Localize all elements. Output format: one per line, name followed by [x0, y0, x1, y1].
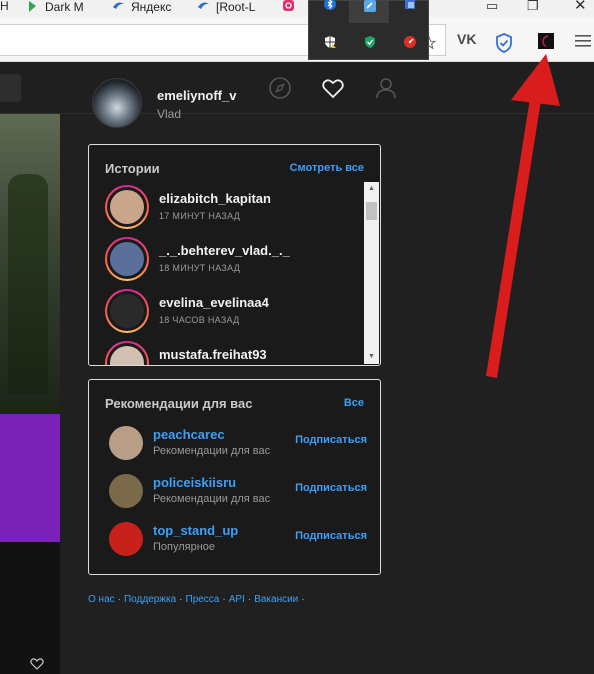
instagram-navbar — [0, 62, 594, 114]
tab-label: [Root-L — [216, 0, 256, 14]
footer-link-api[interactable]: API — [229, 594, 245, 605]
story-avatar — [110, 242, 144, 276]
footer-links: О нас · Поддержка · Пресса · API · Вакансии · — [88, 594, 305, 605]
speedometer-icon[interactable] — [403, 35, 417, 49]
recommendations-card: Рекомендации для вас Все peachcarec Реко… — [88, 379, 381, 575]
browser-tab-strip: Н Dark M Яндекс [Root-L ▭ ❐ ✕ — [0, 0, 594, 17]
menu-icon[interactable] — [575, 34, 591, 48]
feed-post-image[interactable] — [0, 114, 60, 414]
profile-icon[interactable] — [374, 76, 398, 100]
profile-full-name: Vlad — [157, 107, 182, 121]
story-ring — [105, 289, 149, 333]
dark-mode-tab-icon — [29, 1, 36, 12]
story-username: _._.behterev_vlad._._ — [159, 243, 290, 258]
recommendation-item: top_stand_up Популярное Подписаться — [105, 520, 367, 560]
scroll-up-arrow-icon[interactable]: ▲ — [364, 182, 379, 196]
shield-extension-icon[interactable] — [495, 33, 513, 53]
recommendation-avatar[interactable] — [109, 474, 143, 508]
stories-card: Истории Смотреть все elizabitch_kapitan … — [88, 144, 381, 366]
browser-toolbar: VK — [0, 17, 594, 62]
story-item[interactable]: _._.behterev_vlad._._ 18 МИНУТ НАЗАД — [105, 237, 355, 283]
tab-label: Н — [0, 0, 9, 13]
profile-avatar[interactable] — [92, 78, 142, 128]
story-item[interactable]: elizabitch_kapitan 17 МИНУТ НАЗАД — [105, 185, 355, 231]
security-check-icon[interactable] — [363, 35, 377, 49]
story-username: evelina_evelinaa4 — [159, 295, 269, 310]
story-username: mustafa.freihat93 — [159, 347, 267, 362]
explore-compass-icon[interactable] — [268, 76, 292, 100]
stories-see-all-link[interactable]: Смотреть все — [290, 162, 364, 174]
dark-reader-tray-icon[interactable] — [363, 0, 377, 13]
restore-icon[interactable]: ❐ — [527, 0, 539, 14]
story-ring — [105, 185, 149, 229]
follow-button[interactable]: Подписаться — [295, 530, 367, 542]
recommendations-title: Рекомендации для вас — [105, 396, 253, 411]
follow-button[interactable]: Подписаться — [295, 482, 367, 494]
story-item[interactable]: mustafa.freihat93 — [105, 341, 355, 365]
story-avatar — [110, 190, 144, 224]
footer-link-support[interactable]: Поддержка — [124, 594, 176, 605]
recommendation-reason: Рекомендации для вас — [153, 445, 271, 457]
heart-icon[interactable] — [321, 76, 345, 100]
recommendation-username[interactable]: top_stand_up — [153, 523, 238, 538]
minimize-icon[interactable]: ▭ — [486, 0, 498, 14]
recommendations-see-all-link[interactable]: Все — [344, 397, 364, 409]
scroll-down-arrow-icon[interactable]: ▼ — [364, 350, 379, 364]
system-tray-popup — [308, 0, 429, 60]
story-time: 17 МИНУТ НАЗАД — [159, 211, 241, 221]
stories-title: Истории — [105, 161, 160, 176]
recommendation-avatar[interactable] — [109, 522, 143, 556]
dark-reader-extension-icon[interactable] — [538, 33, 554, 49]
like-icon[interactable] — [30, 658, 44, 670]
story-username: elizabitch_kapitan — [159, 191, 271, 206]
network-icon[interactable] — [403, 0, 417, 11]
recommendation-reason: Популярное — [153, 541, 216, 553]
recommendation-item: peachcarec Рекомендации для вас Подписат… — [105, 424, 367, 464]
vk-icon[interactable]: VK — [457, 31, 476, 47]
tab-partial[interactable]: Н — [0, 0, 9, 17]
root-tab-icon — [198, 2, 209, 9]
bluetooth-icon[interactable] — [323, 0, 337, 11]
tab-root[interactable]: [Root-L — [197, 0, 255, 17]
instagram-tab-icon — [283, 0, 294, 11]
story-ring — [105, 341, 149, 365]
footer-link-press[interactable]: Пресса — [186, 594, 220, 605]
follow-button[interactable]: Подписаться — [295, 434, 367, 446]
scroll-thumb[interactable] — [366, 202, 377, 220]
tab-yandex[interactable]: Яндекс — [112, 0, 171, 17]
story-avatar — [110, 294, 144, 328]
recommendation-username[interactable]: policeiskiisru — [153, 475, 236, 490]
defender-icon[interactable] — [323, 35, 337, 49]
recommendation-avatar[interactable] — [109, 426, 143, 460]
recommendation-item: policeiskiisru Рекомендации для вас Подп… — [105, 472, 367, 512]
tab-label: Dark M — [45, 0, 84, 14]
story-avatar — [110, 346, 144, 365]
tab-dark-mode[interactable]: Dark M — [26, 0, 84, 17]
close-icon[interactable]: ✕ — [574, 0, 587, 14]
profile-username[interactable]: emeliynoff_v — [157, 88, 236, 103]
search-input[interactable] — [0, 74, 21, 102]
recommendation-username[interactable]: peachcarec — [153, 427, 225, 442]
tab-label: Яндекс — [131, 0, 172, 14]
tab-instagram[interactable] — [282, 0, 301, 17]
stories-scrollbar[interactable]: ▲ ▼ — [364, 182, 379, 364]
feed-post-purple[interactable] — [0, 414, 60, 542]
story-ring — [105, 237, 149, 281]
story-item[interactable]: evelina_evelinaa4 18 ЧАСОВ НАЗАД — [105, 289, 355, 335]
footer-link-about[interactable]: О нас — [88, 594, 115, 605]
screenshot: Н Dark M Яндекс [Root-L ▭ ❐ ✕ VK emeliyn… — [0, 0, 594, 674]
recommendation-reason: Рекомендации для вас — [153, 493, 271, 505]
footer-link-jobs[interactable]: Вакансии — [254, 594, 298, 605]
story-time: 18 ЧАСОВ НАЗАД — [159, 315, 240, 325]
story-time: 18 МИНУТ НАЗАД — [159, 263, 241, 273]
yandex-tab-icon — [113, 2, 124, 9]
